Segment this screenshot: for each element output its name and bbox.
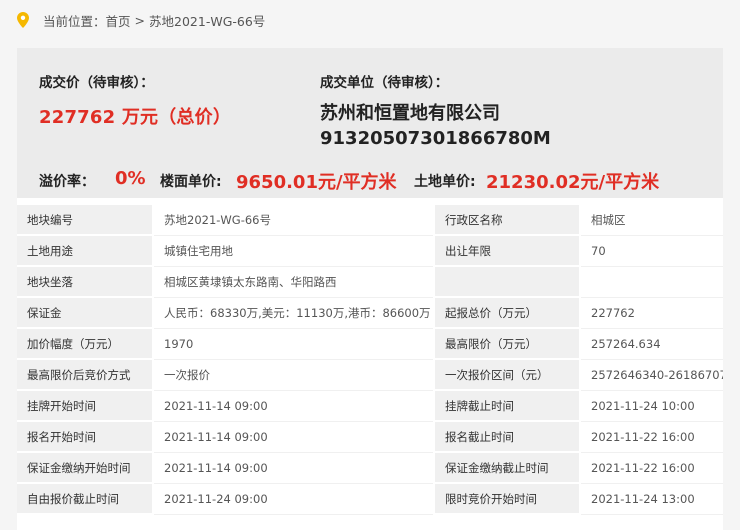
field-label: 地块编号 (17, 205, 154, 236)
field-label: 出让年限 (434, 235, 581, 267)
deal-price-value: 227762 万元（总价） (39, 107, 232, 128)
field-value: 人民币：68330万,美元：11130万,港币：86600万 (153, 297, 435, 329)
table-row: 最高限价后竞价方式 一次报价 一次报价区间（元） 2572646340-2618670… (17, 359, 723, 391)
field-label: 最高限价（万元） (434, 328, 581, 360)
land-price-label: 土地单价: (414, 174, 476, 190)
table-row: 地块坐落 相城区黄埭镇太东路南、华阳路西 (17, 266, 723, 298)
field-label: 加价幅度（万元） (17, 328, 154, 360)
land-price-value: 21230.02元/平方米 (486, 172, 660, 193)
land-info-table: 地块编号 苏地2021-WG-66号 行政区名称 相城区 土地用途 城镇住宅用地 出让年限 7… (17, 205, 723, 515)
field-label: 报名开始时间 (17, 421, 154, 453)
field-label: 最高限价后竞价方式 (17, 359, 154, 391)
table-row: 挂牌开始时间 2021-11-14 09:00 挂牌截止时间 2021-11-24 1… (17, 390, 723, 422)
breadcrumb: 当前位置： 首页 > 苏地2021-WG-66号 (0, 0, 740, 40)
location-pin-icon (17, 12, 29, 28)
field-label: 挂牌截止时间 (434, 390, 581, 422)
deal-unit-label: 成交单位（待审核）： (320, 75, 449, 91)
deal-summary: 成交价（待审核）： 227762 万元（总价） 成交单位（待审核）： 苏州和恒置… (17, 48, 723, 198)
field-label: 挂牌开始时间 (17, 390, 154, 422)
field-value: 2021-11-24 13:00 (580, 483, 723, 515)
field-value: 2021-11-22 16:00 (580, 452, 723, 484)
floor-price-label: 楼面单价: (160, 174, 222, 190)
premium-value: 0% (115, 168, 146, 189)
field-label: 保证金缴纳截止时间 (434, 452, 581, 484)
table-row: 报名开始时间 2021-11-14 09:00 报名截止时间 2021-11-22 1… (17, 421, 723, 453)
premium-label: 溢价率： (39, 174, 95, 190)
field-value: 城镇住宅用地 (153, 235, 435, 267)
deal-price-label: 成交价（待审核）： (39, 75, 154, 91)
field-label (434, 266, 581, 298)
table-row: 保证金 人民币：68330万,美元：11130万,港币：86600万 起报总价（万元… (17, 297, 723, 329)
field-value: 一次报价 (153, 359, 435, 391)
field-value: 257264.634 (580, 328, 723, 360)
floor-price-value: 9650.01元/平方米 (236, 172, 397, 193)
field-value: 227762 (580, 297, 723, 329)
field-value: 2021-11-14 09:00 (153, 452, 435, 484)
field-label: 一次报价区间（元） (434, 359, 581, 391)
field-value: 70 (580, 235, 723, 267)
breadcrumb-separator: > (134, 12, 146, 28)
company-name: 苏州和恒置地有限公司 (320, 103, 500, 124)
field-label: 限时竞价开始时间 (434, 483, 581, 515)
table-row: 加价幅度（万元） 1970 最高限价（万元） 257264.634 (17, 328, 723, 360)
company-code: 91320507301866780M (320, 128, 551, 149)
field-value: 2021-11-14 09:00 (153, 390, 435, 422)
field-value (580, 266, 723, 298)
field-value: 2572646340-2618670747 (580, 359, 723, 391)
field-label: 报名截止时间 (434, 421, 581, 453)
table-row: 土地用途 城镇住宅用地 出让年限 70 (17, 235, 723, 267)
field-label: 地块坐落 (17, 266, 154, 298)
field-label: 土地用途 (17, 235, 154, 267)
table-row: 保证金缴纳开始时间 2021-11-14 09:00 保证金缴纳截止时间 2021-1… (17, 452, 723, 484)
field-value: 2021-11-24 09:00 (153, 483, 435, 515)
field-value: 2021-11-24 10:00 (580, 390, 723, 422)
field-value: 1970 (153, 328, 435, 360)
field-value: 相城区黄埭镇太东路南、华阳路西 (153, 266, 435, 298)
breadcrumb-current: 苏地2021-WG-66号 (149, 13, 266, 29)
field-label: 保证金 (17, 297, 154, 329)
field-value: 2021-11-22 16:00 (580, 421, 723, 453)
field-value: 相城区 (580, 205, 723, 236)
breadcrumb-prefix: 当前位置： (43, 13, 106, 29)
field-label: 起报总价（万元） (434, 297, 581, 329)
land-detail-panel: 成交价（待审核）： 227762 万元（总价） 成交单位（待审核）： 苏州和恒置… (17, 48, 723, 530)
table-row: 自由报价截止时间 2021-11-24 09:00 限时竞价开始时间 2021-11-… (17, 483, 723, 515)
field-value: 2021-11-14 09:00 (153, 421, 435, 453)
breadcrumb-home-link[interactable]: 首页 (106, 11, 131, 30)
field-label: 行政区名称 (434, 205, 581, 236)
field-label: 保证金缴纳开始时间 (17, 452, 154, 484)
table-row: 地块编号 苏地2021-WG-66号 行政区名称 相城区 (17, 205, 723, 236)
field-label: 自由报价截止时间 (17, 483, 154, 515)
field-value: 苏地2021-WG-66号 (153, 205, 435, 236)
